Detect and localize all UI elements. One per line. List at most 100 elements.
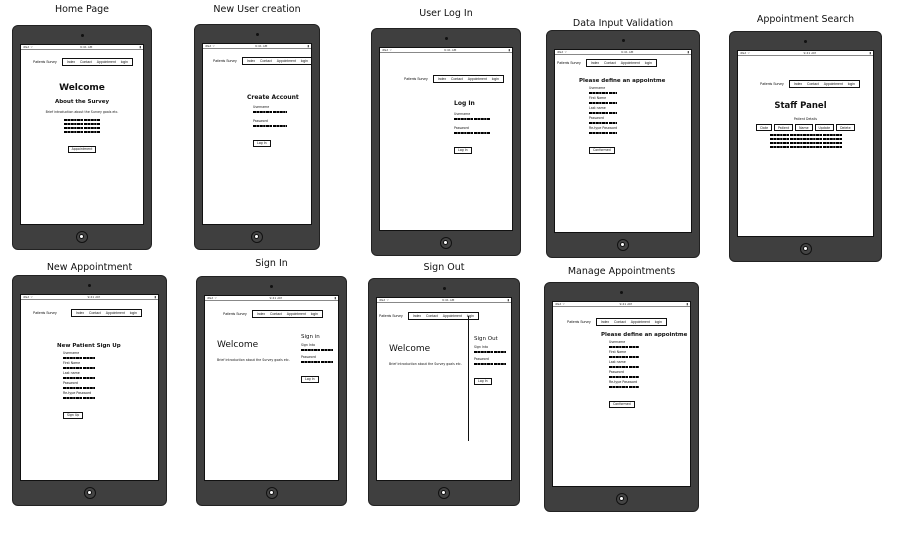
password-field[interactable] [609, 376, 639, 378]
nav-index[interactable]: Index [247, 59, 255, 63]
retype-password-field[interactable] [589, 132, 617, 134]
login-button[interactable]: Log In [253, 139, 271, 147]
patient-button[interactable]: Patient [774, 124, 794, 131]
nav-index[interactable]: Index [67, 60, 75, 64]
first-name-field[interactable] [609, 356, 639, 358]
nav-login[interactable]: login [655, 320, 662, 324]
username-field[interactable] [301, 349, 333, 351]
nav-contact[interactable]: Contact [807, 82, 819, 86]
date-button[interactable]: Date [756, 124, 773, 131]
nav-contact[interactable]: Contact [604, 61, 616, 65]
nav-login[interactable]: login [311, 312, 318, 316]
username-field[interactable] [474, 351, 506, 353]
home-button-icon[interactable] [438, 487, 450, 499]
home-button-icon[interactable] [615, 493, 628, 505]
result-row[interactable] [769, 146, 842, 148]
last-name-field[interactable] [589, 112, 617, 114]
retype-password-field[interactable] [63, 397, 95, 399]
result-row[interactable] [769, 138, 842, 140]
nav-index[interactable]: Index [257, 312, 265, 316]
brand-label: Patients Survey [213, 59, 237, 63]
nav-index[interactable]: Index [794, 82, 802, 86]
nav-login[interactable]: login [301, 59, 308, 63]
home-button-icon[interactable] [76, 231, 88, 243]
page-content: Welcome About the Survey Brief introduct… [21, 83, 143, 154]
carrier-text: iPad ⌔ [382, 48, 393, 52]
camera-icon [255, 33, 259, 36]
username-field[interactable] [253, 111, 287, 113]
first-name-field[interactable] [63, 367, 95, 369]
password-field[interactable] [63, 387, 95, 389]
login-button[interactable]: Log In [454, 146, 472, 154]
login-button[interactable]: Log In [474, 377, 492, 385]
name-button[interactable]: Name [795, 124, 813, 131]
nav-appointment[interactable]: Appointment [621, 61, 640, 65]
retype-password-field[interactable] [609, 386, 639, 388]
nav-index[interactable]: Index [601, 320, 609, 324]
nav-appointment[interactable]: Appointment [97, 60, 116, 64]
nav-contact[interactable]: Contact [270, 312, 282, 316]
nav-login[interactable]: login [645, 61, 652, 65]
last-name-field[interactable] [609, 366, 639, 368]
nav-login[interactable]: login [848, 82, 855, 86]
conformed-button[interactable]: Conformed [589, 146, 615, 154]
update-button[interactable]: Update [814, 124, 835, 131]
nav-login[interactable]: login [130, 311, 137, 315]
last-name-field[interactable] [63, 377, 95, 379]
username-field[interactable] [609, 346, 639, 348]
login-button[interactable]: Log In [301, 375, 319, 383]
username-field[interactable] [63, 357, 95, 359]
nav-login[interactable]: login [492, 77, 499, 81]
nav-appointment[interactable]: Appointment [277, 59, 296, 63]
delete-button[interactable]: Delete [836, 124, 855, 131]
welcome-heading: Welcome [389, 344, 431, 354]
nav-contact[interactable]: Contact [89, 311, 101, 315]
nav-index[interactable]: Index [438, 77, 446, 81]
result-row[interactable] [769, 134, 842, 136]
nav-contact[interactable]: Contact [614, 320, 626, 324]
home-button-icon[interactable] [83, 487, 96, 499]
nav-contact[interactable]: Contact [80, 60, 92, 64]
nav-contact[interactable]: Contact [451, 77, 463, 81]
scribble-line [64, 123, 100, 125]
page-content: Log In Username Password Log In [454, 100, 512, 155]
camera-icon [621, 39, 625, 42]
nav-appointment[interactable]: Appointment [468, 77, 487, 81]
password-field[interactable] [589, 122, 617, 124]
form-title: Log In [454, 100, 475, 107]
home-button-icon[interactable] [617, 239, 629, 251]
username-label: Username [253, 105, 270, 109]
nav-login[interactable]: login [121, 60, 128, 64]
first-name-field[interactable] [589, 102, 617, 104]
time-text: 9:41 AM [442, 298, 455, 302]
password-field[interactable] [474, 363, 506, 365]
nav-appointment[interactable]: Appointment [443, 314, 462, 318]
nav-appointment[interactable]: Appointment [106, 311, 125, 315]
password-field[interactable] [253, 125, 287, 127]
nav-appointment[interactable]: Appointment [824, 82, 843, 86]
patient-details-label: Patient Details [793, 117, 818, 121]
nav-appointment[interactable]: Appointment [631, 320, 650, 324]
result-row[interactable] [769, 142, 842, 144]
home-button-icon[interactable] [440, 237, 452, 249]
appointment-button[interactable]: Appointment [67, 145, 97, 153]
password-field[interactable] [301, 361, 333, 363]
username-field[interactable] [589, 92, 617, 94]
nav-menu: Index Contact Appointment login [70, 309, 142, 317]
home-button-icon[interactable] [265, 487, 278, 499]
nav-index[interactable]: Index [413, 314, 421, 318]
home-button-icon[interactable] [799, 243, 812, 255]
nav-appointment[interactable]: Appointment [287, 312, 306, 316]
camera-icon [620, 291, 623, 294]
password-field[interactable] [454, 132, 490, 134]
nav-contact[interactable]: Contact [426, 314, 438, 318]
nav-contact[interactable]: Contact [260, 59, 272, 63]
about-heading: About the Survey [54, 99, 110, 105]
form-fields: Username First Name Last name Password R… [589, 86, 691, 155]
nav-index[interactable]: Index [76, 311, 84, 315]
username-field[interactable] [454, 118, 490, 120]
sign-up-button[interactable]: Sign Up [63, 411, 84, 419]
nav-index[interactable]: Index [591, 61, 599, 65]
home-button-icon[interactable] [251, 231, 263, 243]
conformed-button[interactable]: Conformed [609, 400, 635, 408]
